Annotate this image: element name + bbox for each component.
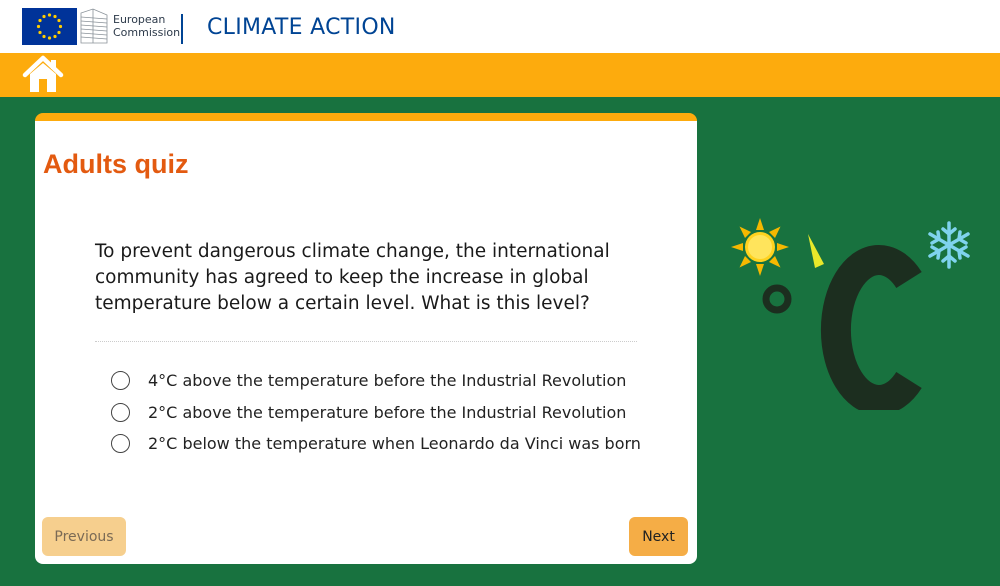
question-divider [95,341,637,342]
quiz-card: Adults quiz To prevent dangerous climate… [35,113,697,564]
berlaymont-building-icon [80,8,108,44]
answer-options: 4°C above the temperature before the Ind… [111,365,641,460]
answer-option-label: 2°C below the temperature when Leonardo … [148,434,641,454]
radio-button[interactable] [111,402,130,422]
ec-wordmark-line1: European [113,13,166,26]
next-button[interactable]: Next [629,517,688,556]
radio-button[interactable] [111,371,130,391]
snowflake-icon [928,221,970,269]
thermometer-needle-icon [808,234,824,268]
eu-flag-icon [22,7,77,45]
ec-wordmark: European Commission [113,13,180,39]
sun-icon [731,218,789,276]
home-icon [22,55,64,92]
header-divider [181,14,183,44]
ec-wordmark-line2: Commission [113,26,181,39]
home-button[interactable] [21,55,65,95]
radio-button[interactable] [111,434,130,454]
quiz-title: Adults quiz [43,149,189,179]
nav-bar [0,53,1000,97]
celsius-illustration [720,210,990,415]
answer-option[interactable]: 2°C below the temperature when Leonardo … [111,428,641,460]
answer-option[interactable]: 4°C above the temperature before the Ind… [111,365,641,397]
celsius-graphic [731,218,970,415]
previous-button[interactable]: Previous [42,517,126,556]
top-header: European Commission CLIMATE ACTION [0,0,1000,53]
site-title[interactable]: CLIMATE ACTION [207,15,396,40]
answer-option-label: 2°C above the temperature before the Ind… [148,402,627,422]
european-commission-logo[interactable]: European Commission [22,5,180,47]
answer-option-label: 4°C above the temperature before the Ind… [148,371,627,391]
answer-option[interactable]: 2°C above the temperature before the Ind… [111,397,641,429]
question-text: To prevent dangerous climate change, the… [95,241,610,314]
